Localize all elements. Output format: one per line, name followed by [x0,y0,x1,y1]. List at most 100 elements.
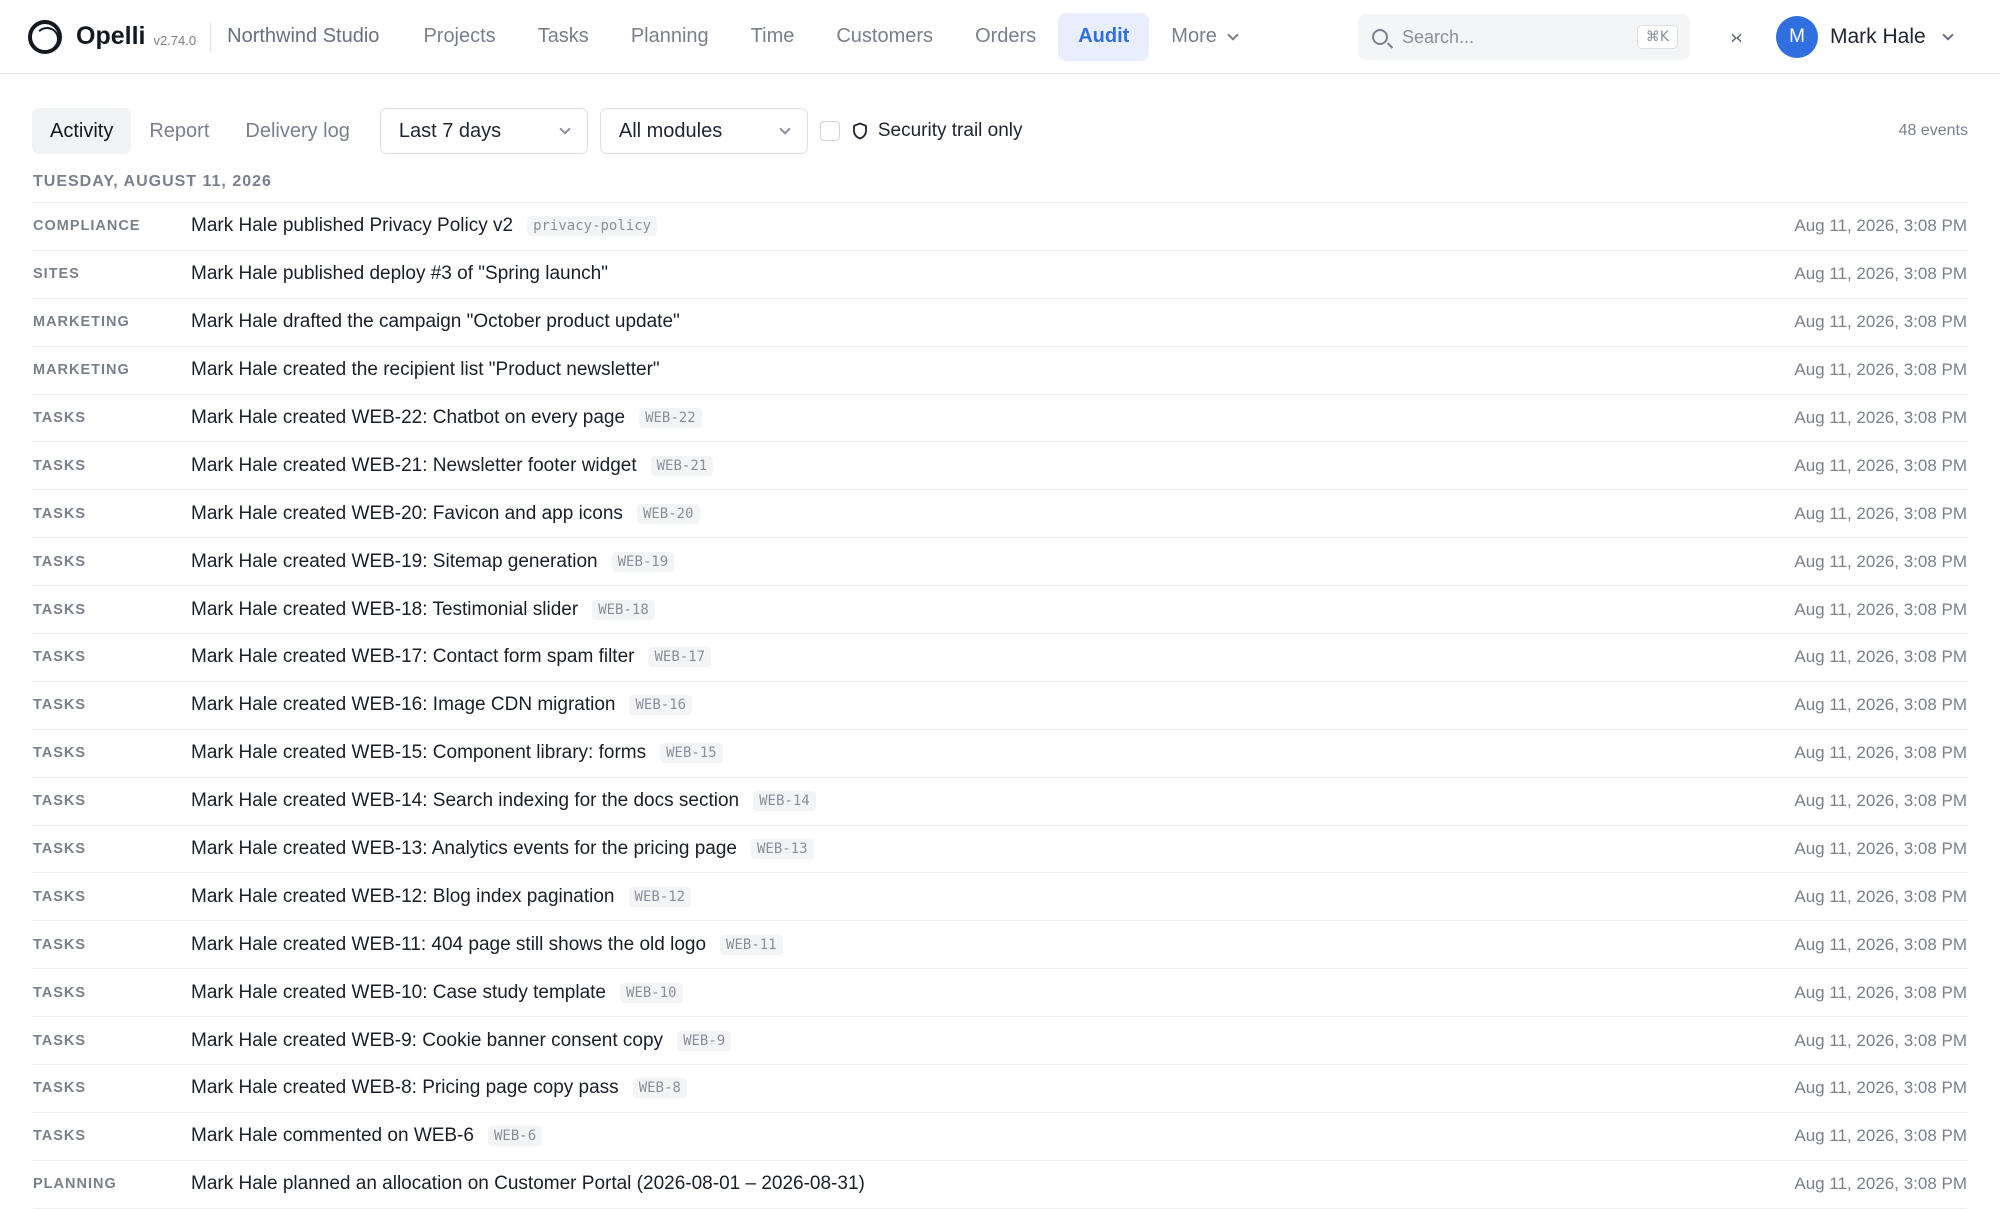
tab-report[interactable]: Report [131,108,227,154]
module-label: TASKS [33,888,87,905]
event-timestamp: Aug 11, 2026, 3:08 PM [1794,934,1967,954]
audit-toolbar: Activity Report Delivery log Last 7 days… [32,108,1968,154]
module-label: TASKS [33,793,87,810]
list-item[interactable]: TASKS Mark Hale created WEB-18: Testimoni… [33,586,1967,635]
brand-name: Opelli [76,22,146,50]
user-name: Mark Hale [1830,25,1926,48]
event-description: Mark Hale commented on WEB-6 [191,1125,474,1147]
nav-item-orders[interactable]: Orders [955,13,1056,61]
entity-tag[interactable]: WEB-6 [488,1126,543,1147]
event-description: Mark Hale created WEB-21: Newsletter foo… [191,454,637,476]
list-item[interactable]: TASKS Mark Hale created WEB-16: Image CDN… [33,682,1967,730]
module-label: SITES [33,266,80,283]
nav-item-audit[interactable]: Audit [1058,12,1150,61]
module-label: TASKS [33,601,87,618]
module-select[interactable]: All modules [599,108,808,154]
chevron-down-icon [559,123,571,135]
collapse-icon[interactable]: ›‹ [1720,24,1750,50]
security-trail-checkbox[interactable] [819,121,840,141]
user-menu[interactable]: M Mark Hale [1776,16,1954,58]
module-label: TASKS [33,1080,87,1097]
event-timestamp: Aug 11, 2026, 3:08 PM [1794,839,1967,859]
entity-tag[interactable]: WEB-16 [629,695,693,716]
module-label: TASKS [33,1128,87,1145]
entity-tag[interactable]: WEB-8 [632,1078,687,1099]
nav-more-label: More [1171,25,1217,47]
list-item[interactable]: TASKS Mark Hale created WEB-8: Pricing pa… [33,1065,1967,1113]
search-input[interactable] [1402,26,1637,48]
nav-item-planning[interactable]: Planning [611,13,729,61]
entity-tag[interactable]: WEB-18 [592,599,655,620]
entity-tag[interactable]: privacy-policy [527,216,658,237]
entity-tag[interactable]: WEB-17 [648,647,712,668]
brand[interactable]: Opelli v2.74.0 [28,19,196,54]
nav-item-more[interactable]: More [1151,13,1257,61]
security-trail-toggle[interactable]: Security trail only [819,120,1023,142]
list-item[interactable]: TASKS Mark Hale created WEB-10: Case stud… [33,969,1967,1018]
entity-tag[interactable]: WEB-15 [660,743,723,764]
avatar: M [1776,16,1818,58]
list-item[interactable]: TASKS Mark Hale created WEB-21: Newslette… [33,442,1967,491]
entity-tag[interactable]: WEB-13 [750,839,814,860]
list-item[interactable]: COMPLIANCE Mark Hale published Privacy Po… [33,203,1967,251]
event-timestamp: Aug 11, 2026, 3:08 PM [1794,1174,1967,1194]
event-description: Mark Hale published Privacy Policy v2 [191,215,514,237]
event-description: Mark Hale created WEB-8: Pricing page co… [191,1077,619,1099]
list-item[interactable]: TASKS Mark Hale created WEB-20: Favicon a… [33,490,1967,539]
event-description: Mark Hale created WEB-19: Sitemap genera… [191,550,598,572]
top-bar: Opelli v2.74.0 Northwind Studio Projects… [0,0,2000,74]
activity-rows: COMPLIANCE Mark Hale published Privacy Po… [33,203,1967,1209]
event-description: Mark Hale planned an allocation on Custo… [191,1173,865,1195]
tab-activity[interactable]: Activity [32,108,132,154]
activity-list: TUESDAY, AUGUST 11, 2026 COMPLIANCE Mark … [33,168,1967,1209]
event-timestamp: Aug 11, 2026, 3:08 PM [1794,216,1967,236]
list-item[interactable]: TASKS Mark Hale created WEB-13: Analytics… [33,826,1967,874]
view-tabs: Activity Report Delivery log [32,108,368,154]
entity-tag[interactable]: WEB-12 [628,886,692,907]
event-description: Mark Hale drafted the campaign "October … [191,311,680,333]
events-count: 48 events [1898,122,1968,139]
entity-tag[interactable]: WEB-14 [753,791,816,812]
tab-delivery-log[interactable]: Delivery log [227,108,367,154]
entity-tag[interactable]: WEB-11 [720,934,783,955]
list-item[interactable]: TASKS Mark Hale created WEB-11: 404 page … [33,921,1967,970]
event-description: Mark Hale created WEB-13: Analytics even… [191,838,737,860]
list-item[interactable]: TASKS Mark Hale created WEB-17: Contact f… [33,634,1967,682]
module-label: PLANNING [33,1176,117,1193]
entity-tag[interactable]: WEB-21 [650,455,714,476]
list-item[interactable]: TASKS Mark Hale created WEB-12: Blog inde… [33,873,1967,922]
list-item[interactable]: TASKS Mark Hale created WEB-22: Chatbot o… [33,395,1967,443]
entity-tag[interactable]: WEB-9 [677,1030,732,1051]
list-item[interactable]: MARKETING Mark Hale drafted the campaign … [33,299,1967,347]
chevron-down-icon [1227,28,1239,41]
nav-item-customers[interactable]: Customers [816,13,953,61]
list-item[interactable]: TASKS Mark Hale created WEB-19: Sitemap g… [33,538,1967,587]
entity-tag[interactable]: WEB-19 [611,551,675,572]
entity-tag[interactable]: WEB-10 [620,982,683,1003]
nav-item-time[interactable]: Time [731,13,815,61]
event-description: Mark Hale published deploy #3 of "Spring… [191,263,608,285]
nav-item-projects[interactable]: Projects [403,13,515,61]
event-description: Mark Hale created WEB-18: Testimonial sl… [191,598,579,620]
divider [210,21,212,52]
event-timestamp: Aug 11, 2026, 3:08 PM [1794,264,1967,284]
event-timestamp: Aug 11, 2026, 3:08 PM [1794,1078,1967,1098]
search-box[interactable]: ⌘K [1358,14,1690,60]
list-item[interactable]: TASKS Mark Hale created WEB-14: Search in… [33,778,1967,826]
event-timestamp: Aug 11, 2026, 3:08 PM [1794,455,1967,475]
list-item[interactable]: MARKETING Mark Hale created the recipient… [33,347,1967,395]
event-description: Mark Hale created WEB-22: Chatbot on eve… [191,407,626,428]
workspace-name[interactable]: Northwind Studio [227,25,379,48]
list-item[interactable]: PLANNING Mark Hale planned an allocation … [33,1161,1967,1209]
chevron-down-icon [779,123,791,135]
entity-tag[interactable]: WEB-20 [636,503,700,524]
entity-tag[interactable]: WEB-22 [639,408,702,428]
event-timestamp: Aug 11, 2026, 3:08 PM [1794,791,1967,811]
list-item[interactable]: SITES Mark Hale published deploy #3 of "S… [33,251,1967,299]
list-item[interactable]: TASKS Mark Hale created WEB-15: Component… [33,730,1967,778]
list-item[interactable]: TASKS Mark Hale created WEB-9: Cookie ban… [33,1017,1967,1066]
module-label: TASKS [33,649,87,666]
date-range-select[interactable]: Last 7 days [379,108,588,154]
list-item[interactable]: TASKS Mark Hale commented on WEB-6 WEB-6 Au… [33,1113,1967,1161]
nav-item-tasks[interactable]: Tasks [518,13,609,61]
